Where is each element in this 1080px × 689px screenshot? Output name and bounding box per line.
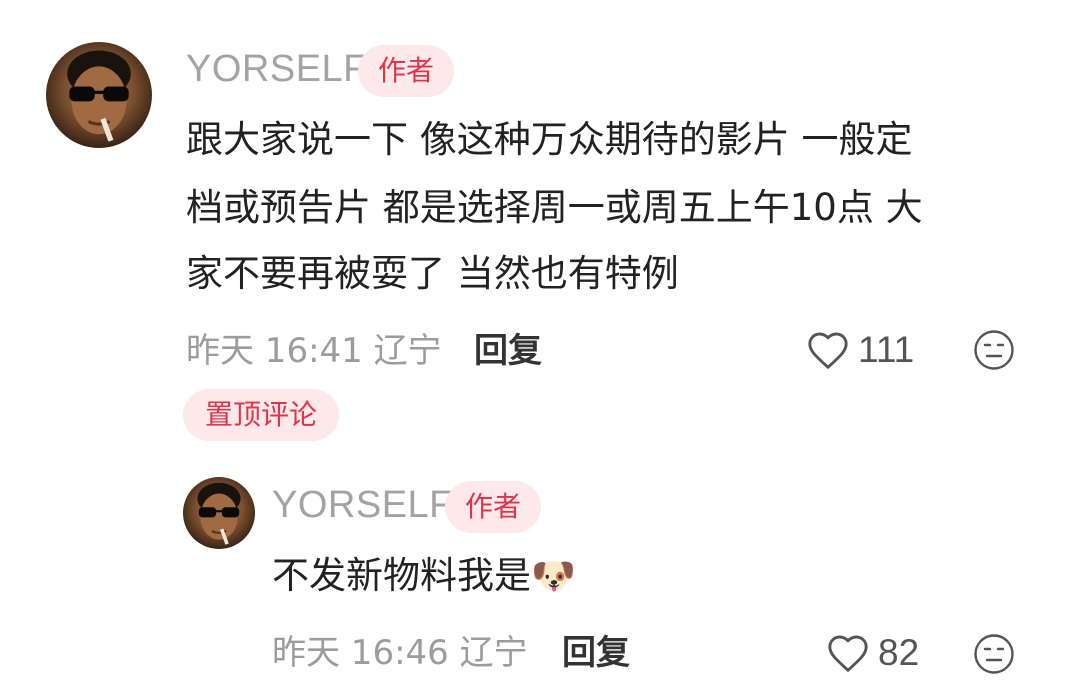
pinned-comment-badge: 置顶评论 [183, 389, 339, 441]
emoji-reaction-button[interactable] [973, 329, 1015, 371]
like-count: 82 [878, 632, 920, 673]
reply-author-badge: 作者 [445, 481, 541, 533]
reply-like-button[interactable]: 82 [826, 630, 919, 676]
reply-text-content: 不发新物料我是 [272, 554, 531, 597]
comment-time: 昨天 16:41 辽宁 [186, 329, 442, 373]
reply-text: 不发新物料我是🐶 [272, 552, 576, 601]
username[interactable]: YORSELF [186, 48, 367, 91]
avatar-man-sunglasses-icon [197, 482, 241, 545]
location: 辽宁 [459, 633, 528, 673]
reply-emoji-reaction-button[interactable] [973, 633, 1015, 675]
location: 辽宁 [373, 331, 442, 371]
comment-text-line-2: 档或预告片 都是选择周一或周五上午10点 大 [186, 186, 923, 229]
reply-time: 昨天 16:46 辽宁 [272, 631, 528, 675]
neutral-face-icon [974, 330, 1014, 370]
heart-icon [828, 635, 868, 672]
reply-avatar[interactable] [183, 477, 255, 549]
like-count: 111 [858, 329, 915, 370]
timestamp: 昨天 16:46 [272, 633, 449, 673]
dog-emoji: 🐶 [531, 556, 576, 597]
reply-button[interactable]: 回复 [474, 329, 542, 373]
heart-icon [808, 332, 848, 369]
comment-text-line-3: 家不要再被耍了 当然也有特例 [186, 252, 679, 295]
avatar[interactable] [46, 42, 152, 148]
reply-username[interactable]: YORSELF [272, 484, 453, 527]
author-badge: 作者 [358, 45, 454, 97]
reply-button[interactable]: 回复 [562, 631, 630, 675]
neutral-face-icon [974, 634, 1014, 674]
avatar-man-sunglasses-icon [67, 50, 131, 142]
timestamp: 昨天 16:41 [186, 331, 363, 371]
comment-text-line-1: 跟大家说一下 像这种万众期待的影片 一般定 [186, 118, 913, 161]
like-button[interactable]: 111 [806, 327, 914, 373]
